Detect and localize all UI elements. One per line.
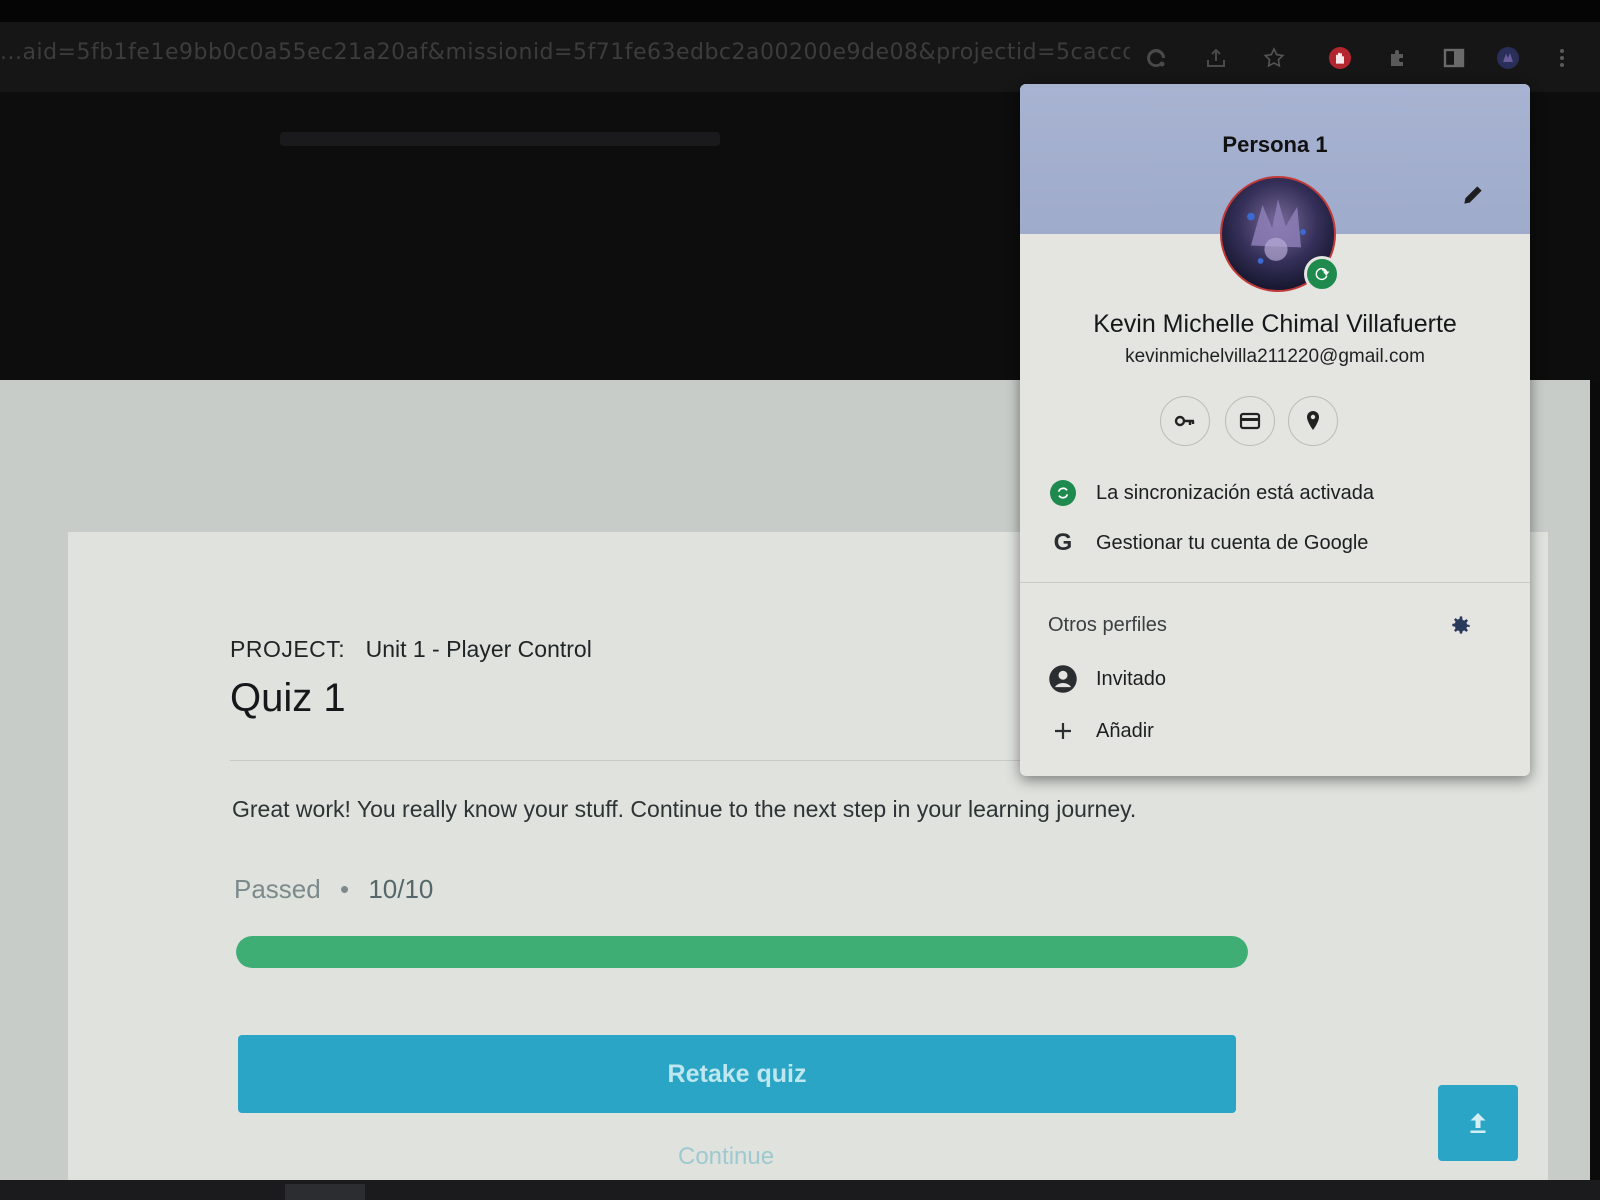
addresses-button[interactable]: [1288, 396, 1338, 446]
google-g-icon: G: [1053, 529, 1073, 556]
browser-toolbar: ...aid=5fb1fe1e9bb0c0a55ec21a20af&missio…: [0, 22, 1600, 92]
project-label: PROJECT:: [230, 636, 346, 662]
status-label: Passed: [234, 874, 321, 904]
passwords-button[interactable]: [1160, 396, 1210, 446]
profile-icon[interactable]: [1494, 44, 1522, 72]
continue-link[interactable]: Continue: [678, 1143, 774, 1171]
profile-email: kevinmichelvilla211220@gmail.com: [1125, 346, 1425, 367]
add-label: Añadir: [1096, 719, 1154, 742]
taskbar: [0, 1180, 1600, 1200]
kebab-menu-icon[interactable]: [1548, 44, 1576, 72]
sync-badge-icon: [1304, 256, 1340, 292]
progress-bar: [236, 936, 1248, 968]
profile-title: Persona 1: [1222, 132, 1328, 157]
sync-status-label: La sincronización está activada: [1096, 481, 1374, 504]
progress-fill: [236, 936, 1248, 968]
manage-account-label: Gestionar tu cuenta de Google: [1096, 531, 1369, 554]
sync-status-row[interactable]: La sincronización está activada: [1048, 478, 1374, 508]
bookmark-star-icon[interactable]: [1260, 44, 1288, 72]
project-line: PROJECT: Unit 1 - Player Control: [230, 636, 592, 663]
location-pin-icon: [1307, 411, 1319, 430]
guest-profile-row[interactable]: Invitado: [1048, 664, 1166, 694]
share-icon[interactable]: [1202, 44, 1230, 72]
sync-icon: [1050, 480, 1076, 506]
other-profiles-label: Otros perfiles: [1048, 614, 1167, 636]
extension-hand-icon[interactable]: [1326, 44, 1354, 72]
project-name[interactable]: Unit 1 - Player Control: [366, 636, 592, 662]
popup-divider: [1020, 582, 1530, 583]
score-value: 10/10: [368, 874, 434, 904]
card-icon: [1239, 412, 1261, 430]
taskbar-item[interactable]: [285, 1184, 365, 1200]
edit-pencil-icon[interactable]: [1460, 182, 1486, 208]
add-profile-row[interactable]: Añadir: [1048, 716, 1154, 746]
result-message: Great work! You really know your stuff. …: [232, 796, 1137, 822]
side-panel-icon[interactable]: [1440, 44, 1468, 72]
header-ghost-text: [280, 132, 720, 146]
puzzle-icon[interactable]: [1384, 44, 1412, 72]
plus-icon: [1055, 723, 1071, 739]
score-line: Passed • 10/10: [234, 874, 433, 905]
profile-name: Kevin Michelle Chimal Villafuerte: [1093, 310, 1457, 338]
payment-methods-button[interactable]: [1225, 396, 1275, 446]
profile-popup: Persona 1 Kevin Michelle Chimal Villafue…: [1020, 84, 1530, 776]
key-icon: [1174, 415, 1195, 427]
upload-arrow-icon: [1470, 1113, 1486, 1133]
address-bar[interactable]: ...aid=5fb1fe1e9bb0c0a55ec21a20af&missio…: [0, 40, 1130, 70]
scroll-top-button[interactable]: [1438, 1085, 1518, 1161]
guest-label: Invitado: [1096, 667, 1167, 690]
guest-person-icon: [1049, 665, 1077, 693]
quiz-title: Quiz 1: [230, 676, 346, 720]
google-lens-icon[interactable]: [1142, 44, 1170, 72]
manage-account-row[interactable]: G Gestionar tu cuenta de Google: [1048, 528, 1369, 558]
gear-icon[interactable]: [1448, 612, 1474, 638]
separator-dot: •: [339, 874, 350, 904]
window-top-bar: [0, 0, 1600, 22]
retake-quiz-button[interactable]: Retake quiz: [238, 1035, 1236, 1113]
